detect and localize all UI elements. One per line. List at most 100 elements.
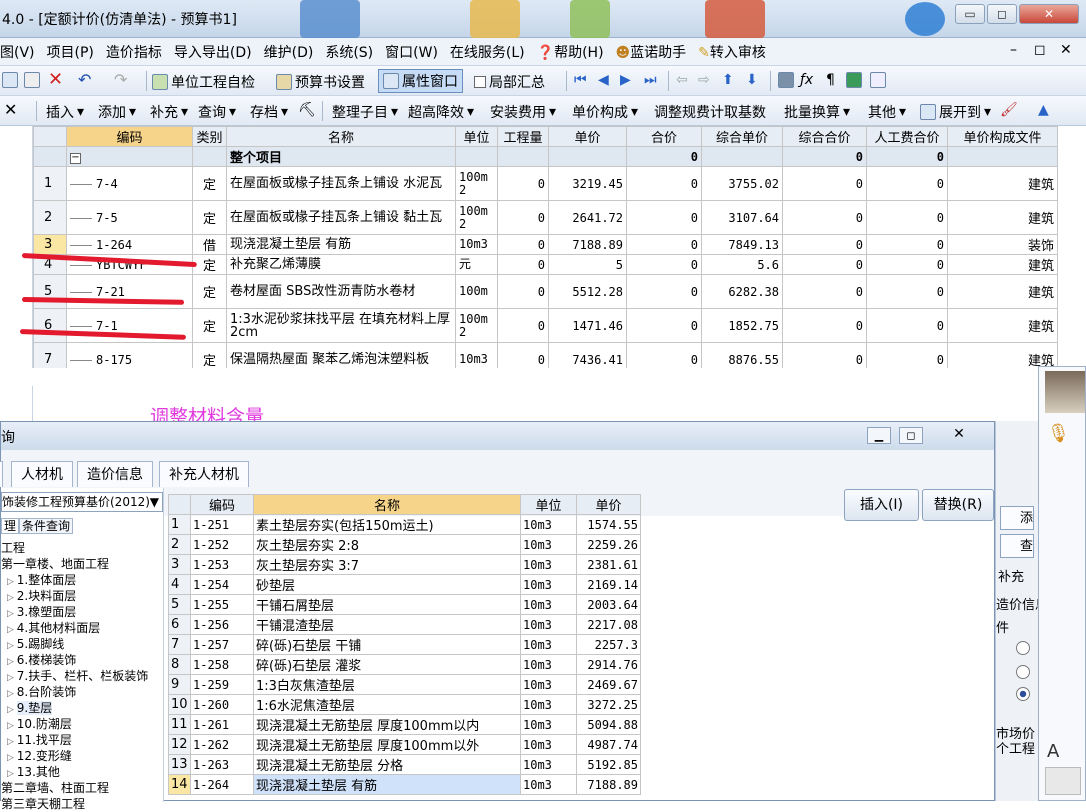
total-cell[interactable]: 0: [626, 166, 702, 201]
unit-cell[interactable]: 10m3: [520, 714, 577, 735]
super-high-menu[interactable]: 超高降效 ▾: [408, 102, 474, 122]
table-row[interactable]: 7 1-257 碎(砾)石垫层 干铺 10m3 2257.3: [168, 634, 641, 655]
price-cell[interactable]: 2257.3: [576, 634, 641, 655]
unit-cell[interactable]: 元: [455, 254, 498, 275]
table-row[interactable]: 5 7-21 定卷材屋面 SBS改性沥青防水卷材 100m 0 5512.28 0 6282.…: [33, 274, 1058, 309]
expand-arrow-icon[interactable]: ▷: [7, 673, 17, 683]
unit-cell[interactable]: 100m2: [455, 200, 498, 235]
name-cell[interactable]: 灰土垫层夯实 3:7: [253, 554, 521, 575]
mdi-restore-button[interactable]: ◻: [1034, 42, 1046, 58]
row-number[interactable]: 6: [33, 308, 67, 343]
radio-option-3[interactable]: [1016, 687, 1030, 701]
comp-total-cell[interactable]: 0: [782, 234, 867, 255]
unit-cell[interactable]: 10m3: [520, 754, 577, 775]
price-cell[interactable]: 2914.76: [576, 654, 641, 675]
labor-cell[interactable]: 0: [866, 274, 948, 309]
unit-cell[interactable]: 10m3: [520, 514, 577, 535]
comp-total-cell[interactable]: 0: [782, 274, 867, 309]
type-cell[interactable]: 定: [192, 308, 227, 343]
tree-node[interactable]: 第三章天棚工程: [1, 796, 85, 812]
price-cell[interactable]: 5192.85: [576, 754, 641, 775]
file-cell[interactable]: 建筑: [947, 274, 1058, 309]
col-header-code[interactable]: 编码: [190, 494, 254, 515]
comp-total-cell[interactable]: 0: [782, 308, 867, 343]
code-cell[interactable]: 1-255: [190, 594, 254, 615]
total-cell[interactable]: 0: [626, 308, 702, 343]
organize-menu[interactable]: 整理子目 ▾: [332, 102, 398, 122]
comp-total-cell[interactable]: 0: [782, 200, 867, 235]
price-cell[interactable]: 2217.08: [576, 614, 641, 635]
file-cell[interactable]: 建筑: [947, 308, 1058, 343]
col-header-unit[interactable]: 单位: [455, 126, 498, 147]
insert-menu[interactable]: 插入 ▾: [46, 102, 84, 122]
expand-arrow-icon[interactable]: ▷: [7, 753, 17, 763]
price-cell[interactable]: 2169.14: [576, 574, 641, 595]
labor-cell[interactable]: 0: [866, 308, 948, 343]
file-cell[interactable]: 装饰: [947, 234, 1058, 255]
expand-arrow-icon[interactable]: ▷: [7, 625, 17, 635]
comp-price-cell[interactable]: 3755.02: [701, 166, 783, 201]
row-number[interactable]: 2: [168, 534, 191, 555]
price-cell[interactable]: 3219.45: [548, 166, 627, 201]
row-number[interactable]: 5: [168, 594, 191, 615]
expand-arrow-icon[interactable]: ▷: [7, 737, 17, 747]
collapse-icon[interactable]: −: [70, 153, 81, 164]
code-cell[interactable]: 7-5: [66, 200, 193, 235]
comp-price-cell[interactable]: 6282.38: [701, 274, 783, 309]
add-menu[interactable]: 添加 ▾: [98, 102, 136, 122]
minimize-button[interactable]: ▭: [955, 4, 985, 24]
type-cell[interactable]: 定: [192, 254, 227, 275]
code-cell[interactable]: 1-253: [190, 554, 254, 575]
table-row[interactable]: 12 1-262 现浇混凝土无筋垫层 厚度100mm以外 10m3 4987.74: [168, 734, 641, 755]
price-cell[interactable]: 7188.89: [576, 774, 641, 795]
self-check-button[interactable]: 单位工程自检: [152, 72, 255, 92]
labor-cell[interactable]: 0: [866, 234, 948, 255]
menu-audit[interactable]: ✎转入审核: [698, 42, 766, 62]
menu-system[interactable]: 系统(S): [325, 42, 373, 62]
name-cell[interactable]: 碎(砾)石垫层 干铺: [253, 634, 521, 655]
col-header-comp-price[interactable]: 综合单价: [701, 126, 783, 147]
name-cell[interactable]: 现浇混凝土无筋垫层 分格: [253, 754, 521, 775]
mdi-minimize-button[interactable]: –: [1010, 42, 1017, 58]
collapse-cell[interactable]: −: [66, 146, 193, 167]
name-cell[interactable]: 卷材屋面 SBS改性沥青防水卷材: [226, 274, 456, 309]
comp-price-cell[interactable]: 7849.13: [701, 234, 783, 255]
query-menu[interactable]: 查询 ▾: [198, 102, 236, 122]
list-icon[interactable]: [870, 72, 886, 88]
tab-hidden[interactable]: [0, 461, 3, 487]
table-row[interactable]: 9 1-259 1:3白灰焦渣垫层 10m3 2469.67: [168, 674, 641, 695]
move-down-icon[interactable]: ⬇: [746, 72, 758, 88]
name-cell[interactable]: 1:3水泥砂浆抹找平层 在填充材料上厚2cm: [226, 308, 456, 343]
labor-cell[interactable]: 0: [866, 200, 948, 235]
row-number[interactable]: 8: [168, 654, 191, 675]
partial-summary-checkbox[interactable]: 局部汇总: [474, 72, 545, 92]
unit-cell[interactable]: 10m3: [520, 534, 577, 555]
table-row[interactable]: 3 1-264 借现浇混凝土垫层 有筋 10m3 0 7188.89 0 7849.13 0 0 装…: [33, 234, 1058, 255]
col-header-price[interactable]: 单价: [576, 494, 641, 515]
code-cell[interactable]: 1-261: [190, 714, 254, 735]
col-header-comp-total[interactable]: 综合合价: [782, 126, 867, 147]
row-number[interactable]: 5: [33, 274, 67, 309]
table-row[interactable]: 8 1-258 碎(砾)石垫层 灌浆 10m3 2914.76: [168, 654, 641, 675]
table-row[interactable]: 13 1-263 现浇混凝土无筋垫层 分格 10m3 5192.85: [168, 754, 641, 775]
price-cell[interactable]: 5: [548, 254, 627, 275]
qty-cell[interactable]: 0: [497, 200, 549, 235]
close-button[interactable]: ✕: [1019, 4, 1079, 24]
code-cell[interactable]: 1-254: [190, 574, 254, 595]
menu-import-export[interactable]: 导入导出(D): [174, 42, 252, 62]
price-cell[interactable]: 1574.55: [576, 514, 641, 535]
dialog-maximize-icon[interactable]: ◻: [899, 427, 923, 444]
move-right-icon[interactable]: ⇨: [698, 72, 710, 88]
total-cell[interactable]: 0: [626, 234, 702, 255]
next-icon[interactable]: ▶: [620, 72, 631, 88]
code-cell[interactable]: 1-252: [190, 534, 254, 555]
summary-row[interactable]: − 整个项目 0 0 0: [33, 146, 1058, 167]
code-cell[interactable]: 1-260: [190, 694, 254, 715]
tab-supplement-materials[interactable]: 补充人材机: [159, 461, 249, 487]
col-header-qty[interactable]: 工程量: [497, 126, 549, 147]
total-cell[interactable]: 0: [626, 254, 702, 275]
table-row[interactable]: 6 1-256 干铺混渣垫层 10m3 2217.08: [168, 614, 641, 635]
other-menu[interactable]: 其他 ▾: [868, 102, 906, 122]
table-row[interactable]: 1 1-251 素土垫层夯实(包括150m运土) 10m3 1574.55: [168, 514, 641, 535]
first-icon[interactable]: ⏮: [574, 72, 587, 88]
